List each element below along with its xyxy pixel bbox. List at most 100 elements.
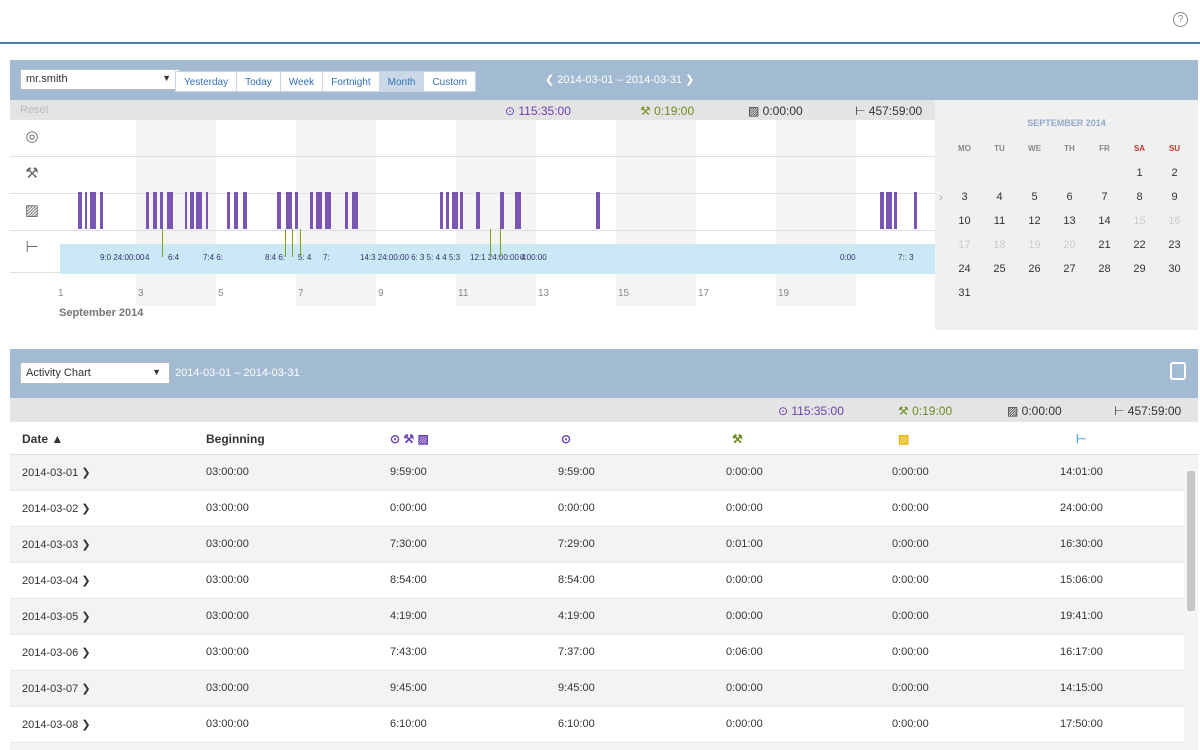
calendar-day[interactable]: 28 bbox=[1087, 257, 1122, 281]
calendar-day[interactable]: 5 bbox=[1017, 185, 1052, 209]
driving-bar[interactable] bbox=[886, 192, 892, 229]
work-bar[interactable] bbox=[500, 229, 501, 257]
custom-button[interactable]: Custom bbox=[423, 71, 476, 92]
calendar-next-icon[interactable]: › bbox=[939, 190, 943, 204]
work-bar[interactable] bbox=[490, 229, 491, 257]
calendar-day[interactable]: 20 bbox=[1052, 233, 1087, 257]
driving-bar[interactable] bbox=[345, 192, 348, 229]
work-bar[interactable] bbox=[292, 229, 293, 257]
calendar-day[interactable]: 30 bbox=[1157, 257, 1192, 281]
calendar-day[interactable]: 25 bbox=[982, 257, 1017, 281]
driving-bar[interactable] bbox=[310, 192, 313, 229]
driving-bar[interactable] bbox=[153, 192, 157, 229]
calendar-day[interactable]: 8 bbox=[1122, 185, 1157, 209]
table-row[interactable]: 2014-03-08 ❯ 03:00:00 6:10:00 6:10:00 0:00:0… bbox=[10, 707, 1184, 743]
calendar-day[interactable]: 13 bbox=[1052, 209, 1087, 233]
driving-bar[interactable] bbox=[286, 192, 292, 229]
table-row[interactable]: 2014-03-06 ❯ 03:00:00 7:43:00 7:37:00 0:06:0… bbox=[10, 635, 1184, 671]
driving-bar[interactable] bbox=[78, 192, 82, 229]
driving-bar[interactable] bbox=[227, 192, 230, 229]
reset-button[interactable]: Reset bbox=[20, 104, 49, 116]
calendar-day[interactable]: 4 bbox=[982, 185, 1017, 209]
calendar-day[interactable]: 29 bbox=[1122, 257, 1157, 281]
today-button[interactable]: Today bbox=[236, 71, 281, 92]
driving-bar[interactable] bbox=[515, 192, 521, 229]
driving-bar[interactable] bbox=[880, 192, 884, 229]
driving-bar[interactable] bbox=[914, 192, 917, 229]
date-column-header[interactable]: Date ▲ bbox=[22, 432, 63, 446]
driving-bar[interactable] bbox=[295, 192, 298, 229]
driving-bar[interactable] bbox=[190, 192, 194, 229]
week-button[interactable]: Week bbox=[279, 71, 324, 92]
driving-bar[interactable] bbox=[206, 192, 208, 229]
calendar-day[interactable]: 17 bbox=[947, 233, 982, 257]
table-row[interactable]: 2014-03-05 ❯ 03:00:00 4:19:00 4:19:00 0:00:0… bbox=[10, 599, 1184, 635]
beginning-column-header[interactable]: Beginning bbox=[206, 432, 265, 446]
calendar-day[interactable]: 23 bbox=[1157, 233, 1192, 257]
driving-bar[interactable] bbox=[90, 192, 96, 229]
driving-bar[interactable] bbox=[500, 192, 504, 229]
calendar-day[interactable]: 3 bbox=[947, 185, 982, 209]
table-row[interactable]: 2014-03-01 ❯ 03:00:00 9:59:00 9:59:00 0:00:0… bbox=[10, 455, 1184, 491]
view-select[interactable]: Activity Chart ▼ bbox=[20, 362, 170, 384]
calendar-day[interactable]: 24 bbox=[947, 257, 982, 281]
driving-bar[interactable] bbox=[325, 192, 331, 229]
help-icon[interactable]: ? bbox=[1173, 12, 1188, 27]
available-column-header[interactable]: ▨ bbox=[898, 432, 909, 446]
driving-bar[interactable] bbox=[160, 192, 163, 229]
driving-bar[interactable] bbox=[476, 192, 480, 229]
calendar-day[interactable]: 9 bbox=[1157, 185, 1192, 209]
calendar-day[interactable]: 2 bbox=[1157, 161, 1192, 185]
calendar-day[interactable]: 7 bbox=[1087, 185, 1122, 209]
date-cell[interactable]: 2014-03-07 ❯ bbox=[22, 682, 91, 695]
driving-bar[interactable] bbox=[352, 192, 358, 229]
calendar-day[interactable]: 26 bbox=[1017, 257, 1052, 281]
prev-range-icon[interactable]: ❮ bbox=[545, 74, 554, 86]
calendar-day[interactable]: 11 bbox=[982, 209, 1017, 233]
driving-bar[interactable] bbox=[243, 192, 247, 229]
scrollbar[interactable] bbox=[1184, 455, 1198, 750]
driving-bar[interactable] bbox=[196, 192, 202, 229]
driving-bar[interactable] bbox=[440, 192, 443, 229]
table-row[interactable]: 2014-03-04 ❯ 03:00:00 8:54:00 8:54:00 0:00:0… bbox=[10, 563, 1184, 599]
driving-bar[interactable] bbox=[894, 192, 897, 229]
date-cell[interactable]: 2014-03-05 ❯ bbox=[22, 610, 91, 623]
calendar-day[interactable]: 14 bbox=[1087, 209, 1122, 233]
table-row[interactable]: 2014-03-09 ❯03:00:000:00:000:00:000:00:0… bbox=[10, 743, 1184, 750]
rest-column-header[interactable]: ⊢ bbox=[1076, 432, 1086, 446]
month-button[interactable]: Month bbox=[378, 71, 425, 92]
calendar-day[interactable]: 27 bbox=[1052, 257, 1087, 281]
next-range-icon[interactable]: ❯ bbox=[685, 74, 694, 86]
print-icon[interactable] bbox=[1170, 362, 1186, 380]
driving-bar[interactable] bbox=[452, 192, 458, 229]
user-select[interactable]: mr.smith ▼ bbox=[20, 69, 180, 90]
work-bar[interactable] bbox=[285, 229, 286, 257]
calendar-day[interactable]: 22 bbox=[1122, 233, 1157, 257]
driving-column-header[interactable]: ⊙ bbox=[561, 432, 571, 446]
date-cell[interactable]: 2014-03-01 ❯ bbox=[22, 466, 91, 479]
driving-bar[interactable] bbox=[277, 192, 281, 229]
work-bar[interactable] bbox=[162, 229, 163, 257]
calendar-day[interactable]: 21 bbox=[1087, 233, 1122, 257]
driving-bar[interactable] bbox=[146, 192, 149, 229]
work-column-header[interactable]: ⚒ bbox=[732, 432, 743, 446]
table-row[interactable]: 2014-03-02 ❯ 03:00:00 0:00:00 0:00:00 0:00:0… bbox=[10, 491, 1184, 527]
calendar-day[interactable]: 15 bbox=[1122, 209, 1157, 233]
driving-bar[interactable] bbox=[316, 192, 322, 229]
yesterday-button[interactable]: Yesterday bbox=[175, 71, 238, 92]
driving-bar[interactable] bbox=[234, 192, 238, 229]
calendar-day[interactable]: 6 bbox=[1052, 185, 1087, 209]
calendar-day[interactable]: 18 bbox=[982, 233, 1017, 257]
work-bar[interactable] bbox=[300, 229, 301, 257]
date-cell[interactable]: 2014-03-02 ❯ bbox=[22, 502, 91, 515]
driving-bar[interactable] bbox=[100, 192, 103, 229]
calendar-day[interactable]: 31 bbox=[947, 281, 982, 305]
date-cell[interactable]: 2014-03-06 ❯ bbox=[22, 646, 91, 659]
fortnight-button[interactable]: Fortnight bbox=[322, 71, 380, 92]
date-cell[interactable]: 2014-03-03 ❯ bbox=[22, 538, 91, 551]
driving-bar[interactable] bbox=[460, 192, 463, 229]
table-row[interactable]: 2014-03-07 ❯ 03:00:00 9:45:00 9:45:00 0:00:0… bbox=[10, 671, 1184, 707]
driving-bar[interactable] bbox=[185, 192, 187, 229]
calendar-day[interactable]: 1 bbox=[1122, 161, 1157, 185]
table-row[interactable]: 2014-03-03 ❯ 03:00:00 7:30:00 7:29:00 0:01:0… bbox=[10, 527, 1184, 563]
